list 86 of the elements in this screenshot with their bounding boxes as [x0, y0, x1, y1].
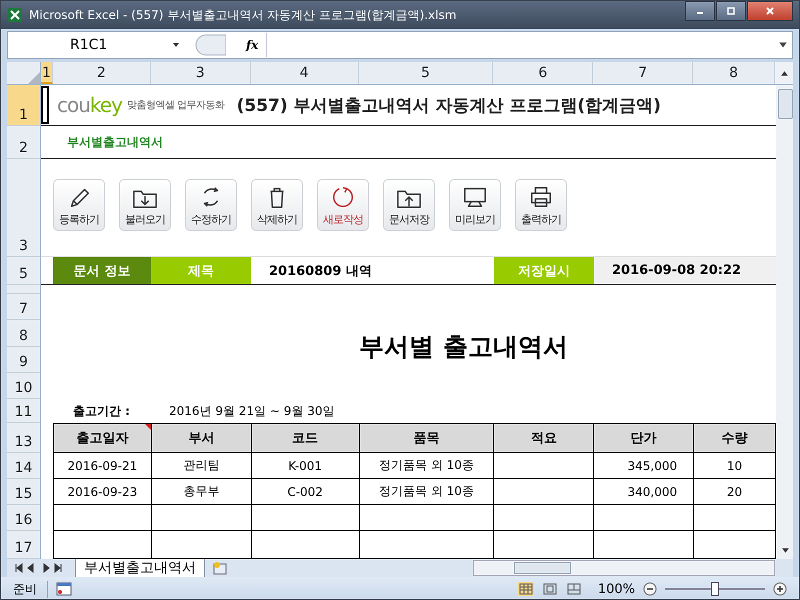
field-label: 저장일시 [494, 257, 594, 284]
table-cell: 정기품목 외 10종 [360, 453, 494, 479]
table-cell: 2016-09-21 [54, 453, 152, 479]
excel-icon [7, 7, 23, 23]
toolbar-button[interactable]: 새로작성 [317, 179, 369, 231]
row-header[interactable]: 11 [14, 404, 32, 420]
zoom-slider-thumb[interactable] [711, 582, 719, 596]
saved-date-value: 2016-09-08 20:22 [594, 257, 776, 284]
toolbar-button[interactable]: 불러오기 [119, 179, 171, 231]
toolbar-button[interactable]: 삭제하기 [251, 179, 303, 231]
column-heading: 출고일자 [54, 423, 152, 453]
row-header[interactable]: 2 [19, 140, 28, 156]
column-header[interactable]: 5 [358, 62, 494, 84]
period-label: 출고기간 : [73, 402, 131, 420]
row-header[interactable]: 5 [19, 266, 28, 282]
row-header[interactable]: 10 [14, 380, 32, 396]
zoom-out-icon[interactable] [643, 582, 657, 596]
row-header[interactable]: 3 [19, 238, 28, 254]
column-header[interactable]: 3 [150, 62, 251, 84]
row-header[interactable]: 15 [14, 486, 32, 502]
toolbar-button[interactable]: 문서저장 [383, 179, 435, 231]
window-title: Microsoft Excel - (557) 부서별출고내역서 자동계산 프로그램(합계금액).xlsm [29, 6, 458, 24]
table-cell: 관리팀 [152, 453, 252, 479]
row-header[interactable]: 8 [19, 328, 28, 344]
table-cell: 2016-09-23 [54, 479, 152, 505]
name-box[interactable]: R1C1 [8, 37, 166, 53]
row-header[interactable]: 13 [14, 434, 32, 450]
scrollbar-thumb[interactable] [778, 89, 793, 119]
table-cell: K-001 [252, 453, 360, 479]
column-heading: 단가 [594, 423, 694, 453]
close-icon [765, 6, 775, 16]
scroll-up-icon[interactable] [780, 68, 788, 78]
zoom-level[interactable]: 100% [598, 582, 635, 596]
row-header[interactable]: 16 [14, 512, 32, 528]
page-layout-icon[interactable] [542, 582, 558, 596]
comment-marker-icon [144, 424, 151, 430]
period-value: 2016년 9월 21일 ~ 9월 30일 [169, 402, 334, 420]
maximize-icon [726, 6, 736, 16]
logo: coukey [57, 93, 122, 117]
column-header[interactable]: 6 [493, 62, 594, 84]
column-header[interactable]: 1 [40, 62, 53, 84]
status-text: 준비 [13, 580, 48, 598]
zoom-in-icon[interactable] [773, 582, 787, 596]
column-header[interactable]: 7 [593, 62, 694, 84]
column-heading: 수량 [694, 423, 776, 453]
toolbar-button[interactable]: 미리보기 [449, 179, 501, 231]
sheet-subtitle: 부서별출고내역서 [67, 134, 163, 150]
table-cell: C-002 [252, 479, 360, 505]
row-header[interactable]: 1 [19, 107, 28, 123]
normal-view-icon[interactable] [518, 582, 534, 596]
section-label: 문서 정보 [53, 257, 151, 284]
tagline: 맞춤형엑셀 업무자동화 [126, 99, 225, 112]
horizontal-scrollbar[interactable] [473, 560, 775, 576]
minimize-button[interactable] [685, 1, 715, 21]
sheet-tab[interactable]: 부서별출고내역서 [75, 558, 205, 578]
column-heading: 품목 [360, 423, 494, 453]
table-cell: 340,000 [594, 479, 694, 505]
expand-icon[interactable] [778, 40, 788, 50]
table-cell: 345,000 [594, 453, 694, 479]
column-header[interactable]: 4 [250, 62, 359, 84]
title-value: 20160809 내역 [268, 262, 373, 280]
report-heading: 부서별 출고내역서 [359, 331, 568, 363]
table-cell: 총무부 [152, 479, 252, 505]
caret-icon[interactable] [172, 41, 180, 49]
scroll-down-icon[interactable] [781, 546, 790, 555]
maximize-button[interactable] [716, 1, 746, 21]
row-header[interactable]: 14 [14, 460, 32, 476]
column-header[interactable]: 2 [52, 62, 151, 84]
macro-record-icon[interactable] [56, 582, 72, 596]
column-heading: 적요 [494, 423, 594, 453]
toolbar-button[interactable]: 수정하기 [185, 179, 237, 231]
row-header[interactable]: 9 [19, 354, 28, 370]
table-cell: 정기품목 외 10종 [360, 479, 494, 505]
insert-function-button[interactable]: fx [246, 38, 258, 52]
toolbar-button[interactable]: 출력하기 [515, 179, 567, 231]
page-break-icon[interactable] [566, 582, 582, 596]
row-header[interactable]: 7 [19, 301, 28, 317]
corner-triangle-icon [28, 72, 40, 84]
close-button[interactable] [747, 1, 793, 21]
register-button[interactable]: 등록하기 [53, 179, 105, 231]
field-label: 제목 [151, 257, 251, 284]
selected-cell[interactable] [41, 86, 49, 124]
program-title: (557) 부서별출고내역서 자동계산 프로그램(합계금액) [236, 94, 661, 116]
row-header[interactable]: 17 [14, 540, 32, 556]
column-heading: 코드 [252, 423, 360, 453]
column-heading: 부서 [152, 423, 252, 453]
